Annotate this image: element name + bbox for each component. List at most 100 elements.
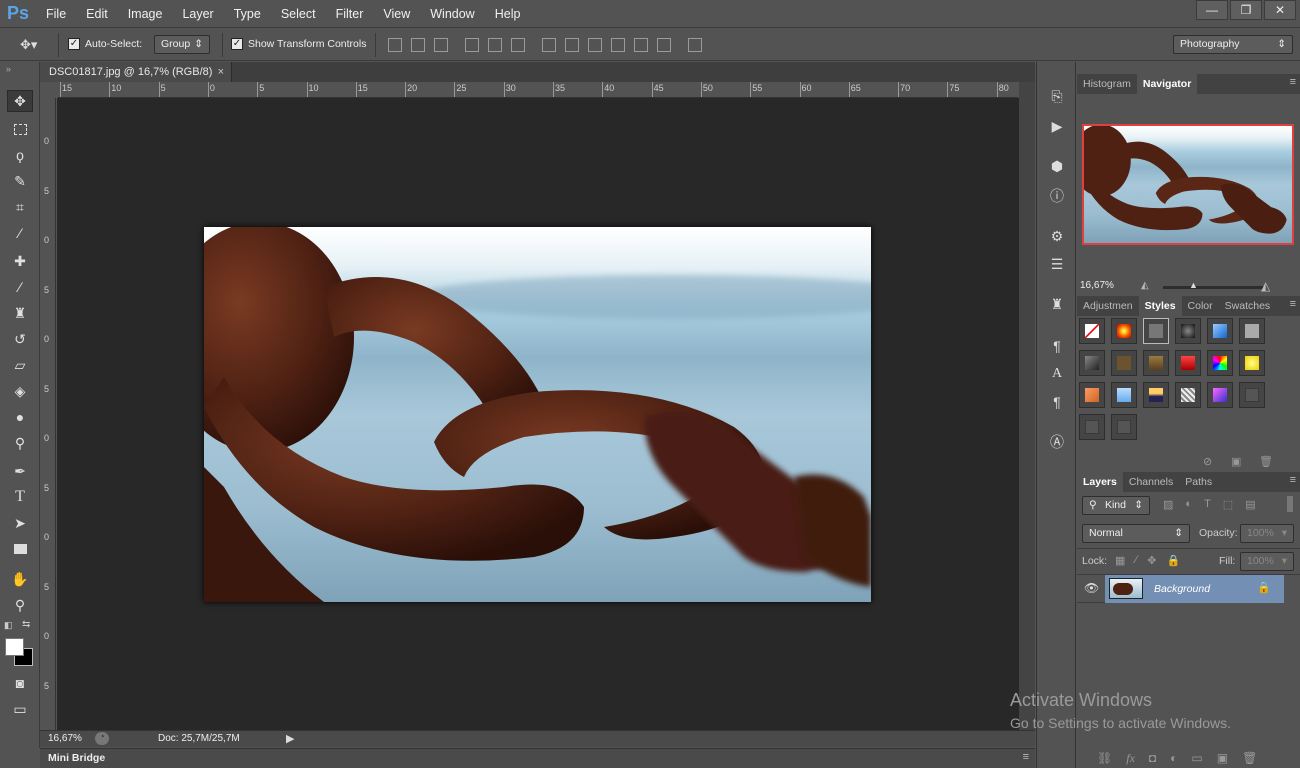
- menu-type[interactable]: Type: [224, 0, 271, 28]
- menu-edit[interactable]: Edit: [76, 0, 118, 28]
- panel-menu-icon[interactable]: ≡: [1290, 76, 1296, 88]
- tab-styles[interactable]: Styles: [1138, 296, 1182, 316]
- distribute-left-icon[interactable]: [611, 38, 625, 52]
- tab-navigator[interactable]: Navigator: [1136, 74, 1198, 94]
- auto-select-dropdown[interactable]: Group ⇕: [154, 35, 210, 54]
- history-brush-tool-icon[interactable]: ↺: [7, 328, 33, 350]
- style-swatch-empty-style[interactable]: [1111, 414, 1137, 440]
- rectangle-tool-icon[interactable]: [7, 538, 33, 560]
- lock-position-icon[interactable]: ✥: [1147, 554, 1156, 567]
- panel-menu-icon[interactable]: ≡: [1290, 298, 1296, 310]
- filter-shape-icon[interactable]: ⬚: [1223, 498, 1233, 511]
- style-swatch-sky-style[interactable]: [1111, 382, 1137, 408]
- style-swatch-border-style[interactable]: [1143, 318, 1169, 344]
- align-right-icon[interactable]: [511, 38, 525, 52]
- minimize-button[interactable]: —: [1196, 0, 1228, 20]
- auto-align-icon[interactable]: [688, 38, 702, 52]
- status-zoom[interactable]: 16,67%: [48, 733, 82, 744]
- zoom-tool-icon[interactable]: ⚲: [7, 594, 33, 616]
- adjustment-layer-icon[interactable]: ◐: [1170, 751, 1177, 765]
- history-icon[interactable]: ⎘: [1047, 86, 1067, 106]
- fx-icon[interactable]: fx: [1126, 751, 1135, 766]
- mini-bridge-bar[interactable]: Mini Bridge ≡: [40, 748, 1035, 768]
- style-swatch-none-style[interactable]: [1079, 318, 1105, 344]
- healing-brush-tool-icon[interactable]: ✚: [7, 250, 33, 272]
- show-transform-checkbox[interactable]: ✓: [231, 38, 243, 50]
- document-tab[interactable]: DSC01817.jpg @ 16,7% (RGB/8) ×: [40, 62, 232, 82]
- close-button[interactable]: ✕: [1264, 0, 1296, 20]
- panel-menu-icon[interactable]: ≡: [1290, 474, 1296, 486]
- style-swatch-red-style[interactable]: [1175, 350, 1201, 376]
- clone-source-icon[interactable]: ♜: [1047, 294, 1067, 314]
- zoom-out-icon[interactable]: ◭: [1141, 280, 1149, 291]
- style-swatch-sunset-style[interactable]: [1143, 382, 1169, 408]
- collapse-toolbox-icon[interactable]: »: [6, 64, 11, 74]
- zoom-in-icon[interactable]: ◭: [1261, 279, 1270, 293]
- character-styles-icon[interactable]: Ⓐ: [1047, 432, 1067, 452]
- auto-select-checkbox[interactable]: ✓: [68, 38, 80, 50]
- style-swatch-purple-style[interactable]: [1207, 382, 1233, 408]
- workspace-dropdown[interactable]: Photography ⇕: [1173, 35, 1293, 54]
- brush-tool-icon[interactable]: ∕: [7, 276, 33, 298]
- 3d-icon[interactable]: ⬢: [1047, 156, 1067, 176]
- lasso-tool-icon[interactable]: ϙ: [7, 144, 33, 166]
- distribute-hcenter-icon[interactable]: [634, 38, 648, 52]
- tab-paths[interactable]: Paths: [1179, 472, 1218, 492]
- style-swatch-rainbow-style[interactable]: [1207, 350, 1233, 376]
- character-icon[interactable]: A: [1047, 364, 1067, 384]
- tab-channels[interactable]: Channels: [1123, 472, 1179, 492]
- marquee-tool-icon[interactable]: [7, 118, 33, 140]
- crop-tool-icon[interactable]: ⌗: [7, 196, 33, 218]
- path-selection-tool-icon[interactable]: ➤: [7, 512, 33, 534]
- new-style-icon[interactable]: ▣: [1231, 455, 1241, 468]
- menu-layer[interactable]: Layer: [172, 0, 223, 28]
- pen-tool-icon[interactable]: ✒: [7, 460, 33, 482]
- filter-type-icon[interactable]: T: [1204, 498, 1211, 511]
- eye-icon[interactable]: 👁: [1084, 581, 1099, 595]
- align-top-icon[interactable]: [388, 38, 402, 52]
- eraser-tool-icon[interactable]: ▱: [7, 354, 33, 376]
- vertical-scrollbar[interactable]: [1019, 82, 1035, 730]
- menu-window[interactable]: Window: [420, 0, 484, 28]
- distribute-vcenter-icon[interactable]: [565, 38, 579, 52]
- foreground-color-swatch[interactable]: [5, 638, 24, 656]
- style-swatch-yellow-style[interactable]: [1239, 350, 1265, 376]
- restore-button[interactable]: ❐: [1230, 0, 1262, 20]
- document-image[interactable]: [204, 227, 871, 602]
- tab-histogram[interactable]: Histogram: [1077, 74, 1137, 94]
- align-left-icon[interactable]: [465, 38, 479, 52]
- new-layer-icon[interactable]: ▣: [1217, 751, 1228, 765]
- swap-colors-icon[interactable]: ⇆: [22, 619, 30, 630]
- quick-mask-icon[interactable]: ◙: [7, 672, 33, 694]
- menu-select[interactable]: Select: [271, 0, 326, 28]
- eyedropper-tool-icon[interactable]: ⁄: [7, 222, 33, 244]
- paragraph-icon[interactable]: ¶: [1047, 392, 1067, 412]
- horizontal-ruler[interactable]: 15 10 5 0 5 10 15 20 25 30 35 40 45 50 55 60 65 70 75 80: [58, 82, 1018, 98]
- navigator-zoom-value[interactable]: 16,67%: [1080, 280, 1114, 291]
- style-swatch-blue-glass-style[interactable]: [1207, 318, 1233, 344]
- delete-style-icon[interactable]: 🗑: [1259, 455, 1273, 468]
- blend-mode-dropdown[interactable]: Normal ⇕: [1082, 524, 1190, 543]
- zoom-slider[interactable]: [1163, 286, 1263, 289]
- lock-image-icon[interactable]: ∕: [1135, 554, 1137, 567]
- style-swatch-fire-style[interactable]: [1111, 318, 1137, 344]
- brush-presets-icon[interactable]: ⚙: [1047, 226, 1067, 246]
- style-swatch-empty-style[interactable]: [1239, 382, 1265, 408]
- filter-toggle[interactable]: [1287, 496, 1293, 512]
- paint-bucket-tool-icon[interactable]: ◈: [7, 380, 33, 402]
- delete-layer-icon[interactable]: 🗑: [1242, 751, 1257, 765]
- zoom-slider-handle[interactable]: ▲: [1189, 280, 1198, 290]
- menu-help[interactable]: Help: [485, 0, 531, 28]
- hand-tool-icon[interactable]: ✋: [7, 568, 33, 590]
- style-swatch-brown-style[interactable]: [1111, 350, 1137, 376]
- type-tool-icon[interactable]: T: [7, 486, 33, 508]
- style-swatch-gray-style[interactable]: [1239, 318, 1265, 344]
- move-tool-preset-icon[interactable]: ✥▾: [20, 37, 37, 53]
- tab-layers[interactable]: Layers: [1077, 472, 1123, 492]
- filter-smart-object-icon[interactable]: ▤: [1245, 498, 1255, 511]
- lock-transparent-icon[interactable]: ▦: [1115, 554, 1125, 567]
- style-swatch-gray-bevel-style[interactable]: [1079, 350, 1105, 376]
- style-swatch-dark-bevel-style[interactable]: [1175, 318, 1201, 344]
- filter-pixel-icon[interactable]: ▨: [1163, 498, 1173, 511]
- align-bottom-icon[interactable]: [434, 38, 448, 52]
